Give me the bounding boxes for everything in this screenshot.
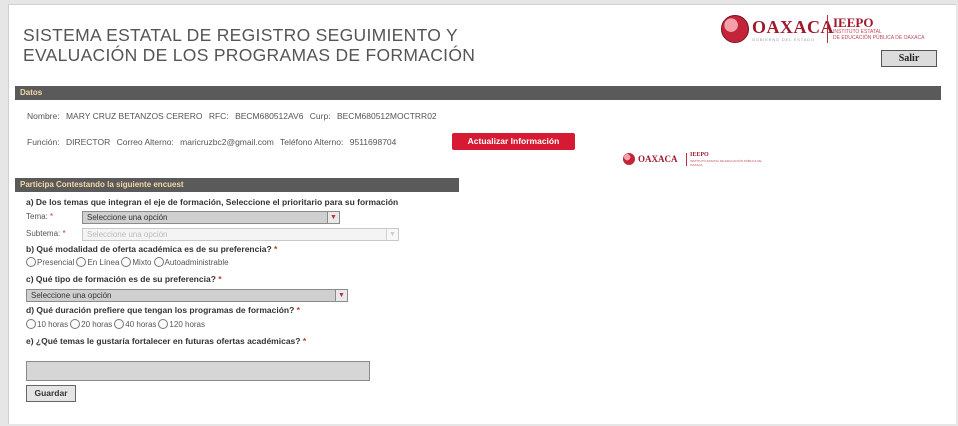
nombre-value: MARY CRUZ BETANZOS CERERO xyxy=(65,111,203,121)
nombre-label: Nombre: xyxy=(27,111,60,121)
rfc-value: BECM680512AV6 xyxy=(235,111,304,121)
radio-label: En Línea xyxy=(87,257,120,267)
oaxaca-ieepo-logo: OAXACA GOBIERNO DEL ESTADO IEEPO INSTITU… xyxy=(721,15,941,53)
question-b: b) Qué modalidad de oferta académica es … xyxy=(26,244,277,254)
radio-label: 40 horas xyxy=(125,319,157,329)
radio-icon[interactable] xyxy=(26,319,36,329)
tema-label-text: Tema: xyxy=(26,212,48,221)
rfc-label: RFC: xyxy=(208,111,229,121)
subtema-select-value: Seleccione una opción xyxy=(87,230,168,239)
question-a: a) De los temas que integran el eje de f… xyxy=(26,197,399,207)
small-logo-ieepo-sub: INSTITUTO ESTATAL DE EDUCACIÓN PÚBLICA D… xyxy=(690,159,762,167)
radio-label: 120 horas xyxy=(169,319,206,329)
radio-label: 10 horas xyxy=(37,319,69,329)
tipo-select-value: Seleccione una opción xyxy=(31,291,112,300)
small-logo-oaxaca-text: OAXACA xyxy=(638,154,678,164)
radio-icon[interactable] xyxy=(114,319,125,329)
tema-select[interactable]: Seleccione una opción ▼ xyxy=(82,211,340,224)
survey-section-bar: Participa Contestando la siguiente encue… xyxy=(15,178,459,192)
curp-value: BECM680512MOCTRR02 xyxy=(336,111,437,121)
small-logo-ieepo-text: IEEPO xyxy=(690,152,709,158)
modalidad-radio-group: Presencial En Línea Mixto Autoadministra… xyxy=(26,257,231,267)
personal-data-row: Nombre: MARY CRUZ BETANZOS CERERO RFC: B… xyxy=(27,111,441,121)
radio-mixto[interactable]: Mixto xyxy=(121,257,152,267)
question-d: d) Qué duración prefiere que tengan los … xyxy=(26,305,300,315)
telefono-value: 9511698704 xyxy=(349,137,397,147)
subtema-select[interactable]: Seleccione una opción ▼ xyxy=(82,228,399,241)
radio-120-horas[interactable]: 120 horas xyxy=(158,319,205,329)
temas-textarea[interactable] xyxy=(26,361,370,381)
question-e: e) ¿Qué temas le gustaría fortalecer en … xyxy=(26,336,306,346)
duracion-radio-group: 10 horas 20 horas 40 horas 120 horas xyxy=(26,319,207,329)
oaxaca-emblem-small-icon xyxy=(623,153,635,165)
radio-autoadministrable[interactable]: Autoadministrable xyxy=(153,257,229,267)
funcion-value: DIRECTOR xyxy=(65,137,111,147)
small-logo-divider xyxy=(686,153,687,166)
logo-ieepo-sub: INSTITUTO ESTATAL DE EDUCACIÓN PÚBLICA D… xyxy=(833,29,925,41)
question-c-text: c) Qué tipo de formación es de su prefer… xyxy=(26,274,216,284)
radio-icon[interactable] xyxy=(76,257,87,267)
required-mark: * xyxy=(218,274,222,284)
radio-40-horas[interactable]: 40 horas xyxy=(114,319,156,329)
question-e-text: e) ¿Qué temas le gustaría fortalecer en … xyxy=(26,336,301,346)
question-d-text: d) Qué duración prefiere que tengan los … xyxy=(26,305,295,315)
radio-presencial[interactable]: Presencial xyxy=(26,257,74,267)
logo-oaxaca-sub: GOBIERNO DEL ESTADO xyxy=(752,37,815,42)
tema-label: Tema: * xyxy=(26,212,53,221)
radio-en-linea[interactable]: En Línea xyxy=(76,257,119,267)
chevron-down-icon: ▼ xyxy=(327,212,339,223)
radio-label: Mixto xyxy=(132,257,152,267)
radio-icon[interactable] xyxy=(121,257,132,267)
radio-icon[interactable] xyxy=(26,257,36,267)
contact-data-row: Función: DIRECTOR Correo Alterno: maricr… xyxy=(27,137,400,147)
radio-icon[interactable] xyxy=(158,319,169,329)
radio-label: Autoadministrable xyxy=(164,257,229,267)
required-mark: * xyxy=(274,244,278,254)
logo-oaxaca-text: OAXACA xyxy=(752,17,834,37)
update-info-button[interactable]: Actualizar Información xyxy=(452,133,575,150)
radio-icon[interactable] xyxy=(153,257,164,267)
required-mark: * xyxy=(296,305,300,315)
logo-divider xyxy=(827,15,828,43)
funcion-label: Función: xyxy=(27,137,60,147)
required-mark: * xyxy=(62,229,66,238)
radio-20-horas[interactable]: 20 horas xyxy=(70,319,112,329)
datos-section-bar: Datos xyxy=(15,86,941,100)
radio-label: Presencial xyxy=(37,257,75,267)
radio-10-horas[interactable]: 10 horas xyxy=(26,319,68,329)
tema-select-value: Seleccione una opción xyxy=(87,213,168,222)
subtema-label-text: Subtema: xyxy=(26,229,61,238)
required-mark: * xyxy=(50,212,54,221)
system-title: SISTEMA ESTATAL DE REGISTRO SEGUIMIENTO … xyxy=(23,25,476,65)
logout-button[interactable]: Salir xyxy=(881,50,937,67)
correo-label: Correo Alterno: xyxy=(116,137,174,147)
save-button[interactable]: Guardar xyxy=(26,385,76,402)
question-b-text: b) Qué modalidad de oferta académica es … xyxy=(26,244,272,254)
oaxaca-ieepo-small-logo: OAXACA IEEPO INSTITUTO ESTATAL DE EDUCAC… xyxy=(623,151,763,171)
telefono-label: Teléfono Alterno: xyxy=(280,137,344,147)
chevron-down-icon: ▼ xyxy=(386,229,398,240)
oaxaca-emblem-icon xyxy=(721,15,749,43)
question-c: c) Qué tipo de formación es de su prefer… xyxy=(26,274,222,284)
curp-label: Curp: xyxy=(309,111,331,121)
subtema-label: Subtema: * xyxy=(26,229,66,238)
radio-icon[interactable] xyxy=(70,319,81,329)
correo-value: maricruzbc2@gmail.com xyxy=(180,137,274,147)
radio-label: 20 horas xyxy=(81,319,113,329)
chevron-down-icon: ▼ xyxy=(335,290,347,301)
required-mark: * xyxy=(302,336,307,346)
tipo-formacion-select[interactable]: Seleccione una opción ▼ xyxy=(26,289,348,302)
page: SISTEMA ESTATAL DE REGISTRO SEGUIMIENTO … xyxy=(8,4,956,424)
